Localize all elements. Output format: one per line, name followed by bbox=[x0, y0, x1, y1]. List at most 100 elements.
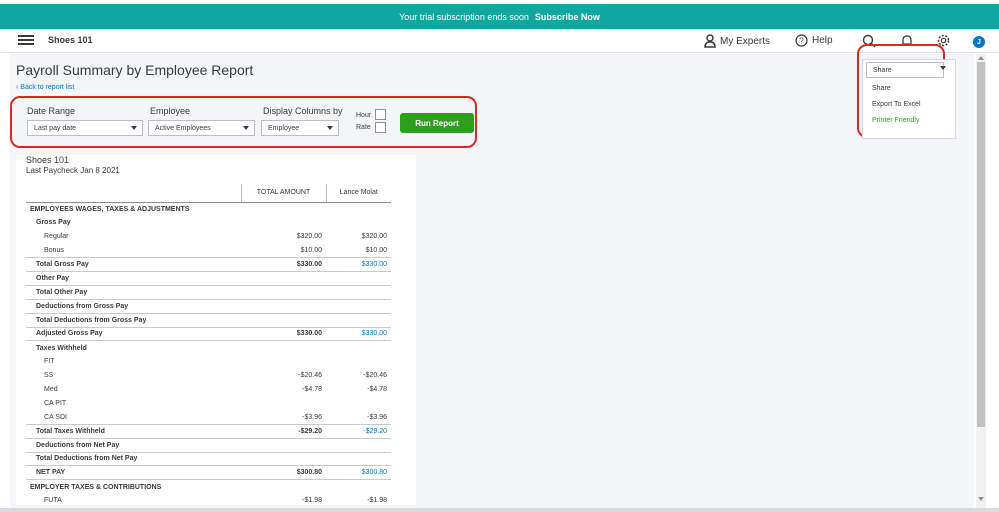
table-row: CA PIT bbox=[26, 396, 391, 410]
table-row: Adjusted Gross Pay $330.00 $330.00 bbox=[26, 326, 391, 341]
table-row: Gross Pay bbox=[26, 216, 391, 230]
table-row: Bonus $10.00 $10.00 bbox=[26, 244, 391, 258]
column-header-total-amount[interactable]: TOTAL AMOUNT bbox=[240, 184, 326, 203]
scrollbar-thumb[interactable] bbox=[977, 62, 985, 427]
employee-amount-cell[interactable]: $330.00 bbox=[326, 257, 391, 272]
total-amount-cell: -$3.96 bbox=[302, 413, 322, 421]
employee-amount-cell bbox=[326, 479, 391, 494]
row-label: SS bbox=[44, 372, 54, 380]
row-label: FIT bbox=[44, 358, 55, 366]
employee-amount-cell: -$1.98 bbox=[367, 497, 387, 505]
total-amount-cell: -$1.98 bbox=[302, 497, 322, 505]
total-amount-cell bbox=[241, 202, 326, 216]
help-label: Help bbox=[812, 35, 833, 46]
employee-amount-cell: -$4.78 bbox=[367, 386, 387, 394]
chevron-down-icon bbox=[940, 66, 946, 70]
employee-amount-cell bbox=[326, 355, 391, 369]
employee-select[interactable]: Active Employees bbox=[148, 120, 255, 136]
row-label: Total Taxes Withheld bbox=[26, 423, 241, 439]
row-label: FUTA bbox=[44, 497, 62, 505]
employee-amount-cell bbox=[326, 216, 391, 230]
table-row: Deductions from Net Pay bbox=[26, 437, 391, 453]
row-label: Adjusted Gross Pay bbox=[26, 326, 241, 341]
date-range-select[interactable]: Last pay date bbox=[27, 120, 143, 136]
row-label: Taxes Withheld bbox=[26, 340, 241, 355]
total-amount-cell: -$29.20 bbox=[241, 423, 326, 439]
column-header-employee[interactable]: Lance Molat bbox=[325, 184, 391, 203]
date-range-value: Last pay date bbox=[34, 124, 77, 132]
back-link-label: Back to report list bbox=[20, 84, 75, 91]
report-company-name: Shoes 101 bbox=[26, 155, 70, 165]
employee-amount-cell bbox=[326, 396, 391, 410]
total-amount-cell bbox=[241, 355, 326, 369]
scroll-up-icon[interactable] bbox=[978, 56, 984, 60]
row-label: Regular bbox=[44, 233, 69, 241]
table-row: Regular $320.00 $320.00 bbox=[26, 230, 391, 244]
back-to-report-list-link[interactable]: ‹ Back to report list bbox=[16, 84, 74, 91]
report-subtitle: Last Paycheck Jan 8 2021 bbox=[26, 166, 120, 175]
menu-item-share[interactable]: Share bbox=[872, 85, 891, 92]
run-report-button[interactable]: Run Report bbox=[400, 113, 474, 133]
employee-amount-cell: $10.00 bbox=[365, 246, 387, 254]
payroll-summary-table: TOTAL AMOUNT Lance Molat EMPLOYEES WAGES… bbox=[26, 184, 391, 508]
my-experts-button[interactable]: My Experts bbox=[704, 34, 770, 48]
employee-amount-cell: -$3.96 bbox=[367, 413, 387, 421]
total-amount-cell: $320.00 bbox=[296, 233, 322, 241]
help-button[interactable]: ? Help bbox=[795, 34, 833, 47]
avatar[interactable]: J bbox=[973, 36, 985, 48]
help-icon: ? bbox=[795, 34, 808, 47]
table-row: NET PAY $300.80 $300.80 bbox=[26, 465, 391, 480]
row-label: Total Deductions from Net Pay bbox=[26, 451, 241, 466]
chevron-down-icon bbox=[243, 126, 249, 130]
my-experts-label: My Experts bbox=[720, 35, 771, 47]
trial-banner: Your trial subscription ends soon Subscr… bbox=[0, 4, 999, 29]
table-header-blank bbox=[26, 184, 241, 203]
employee-value: Active Employees bbox=[155, 124, 211, 132]
table-row: Deductions from Gross Pay bbox=[26, 298, 391, 314]
hour-label: Hour bbox=[356, 112, 372, 119]
row-label: Gross Pay bbox=[36, 219, 71, 227]
hamburger-menu-icon[interactable] bbox=[18, 35, 34, 46]
employee-amount-cell bbox=[326, 202, 391, 216]
total-amount-cell bbox=[241, 270, 326, 286]
employee-amount-cell: $320.00 bbox=[361, 233, 387, 241]
total-amount-cell bbox=[241, 312, 326, 328]
chevron-down-icon bbox=[327, 126, 333, 130]
row-label: Total Deductions from Gross Pay bbox=[26, 312, 241, 328]
total-amount-cell bbox=[241, 479, 326, 494]
chevron-down-icon bbox=[131, 126, 137, 130]
total-amount-cell bbox=[241, 451, 326, 466]
employee-amount-cell bbox=[326, 437, 391, 453]
employee-amount-cell[interactable]: $330.00 bbox=[326, 326, 391, 341]
person-icon bbox=[704, 34, 716, 48]
total-amount-cell: $300.80 bbox=[241, 465, 326, 480]
row-label: NET PAY bbox=[26, 465, 241, 480]
employee-amount-cell bbox=[326, 340, 391, 355]
menu-item-export-to-excel[interactable]: Export To Excel bbox=[872, 101, 921, 108]
total-amount-cell: $10.00 bbox=[300, 246, 322, 254]
menu-item-printer-friendly[interactable]: Printer Friendly bbox=[872, 117, 919, 124]
row-label: CA SDI bbox=[44, 413, 67, 421]
employee-amount-cell bbox=[326, 298, 391, 314]
table-row: Total Taxes Withheld -$29.20 -$29.20 bbox=[26, 423, 391, 439]
total-amount-cell bbox=[241, 298, 326, 314]
employee-amount-cell: -$20.46 bbox=[363, 372, 387, 380]
total-amount-cell bbox=[241, 437, 326, 453]
page-title: Payroll Summary by Employee Report bbox=[16, 62, 254, 78]
employee-amount-cell[interactable]: $300.80 bbox=[326, 465, 391, 480]
total-amount-cell: $330.00 bbox=[241, 326, 326, 341]
subscribe-now-link[interactable]: Subscribe Now bbox=[535, 12, 600, 22]
row-label: Deductions from Gross Pay bbox=[26, 298, 241, 314]
table-row: Other Pay bbox=[26, 270, 391, 286]
display-columns-select[interactable]: Employee bbox=[261, 120, 339, 136]
rate-checkbox[interactable] bbox=[375, 122, 386, 133]
table-row: EMPLOYER TAXES & CONTRIBUTIONS bbox=[26, 479, 391, 494]
total-amount-cell bbox=[241, 216, 326, 230]
scroll-down-icon[interactable] bbox=[978, 497, 984, 501]
employee-amount-cell bbox=[326, 312, 391, 328]
employee-amount-cell[interactable]: -$29.20 bbox=[326, 423, 391, 439]
hour-checkbox[interactable] bbox=[375, 109, 386, 120]
share-dropdown-button[interactable]: Share bbox=[866, 62, 944, 78]
row-label: EMPLOYER TAXES & CONTRIBUTIONS bbox=[26, 479, 241, 494]
date-range-label: Date Range bbox=[27, 106, 76, 116]
